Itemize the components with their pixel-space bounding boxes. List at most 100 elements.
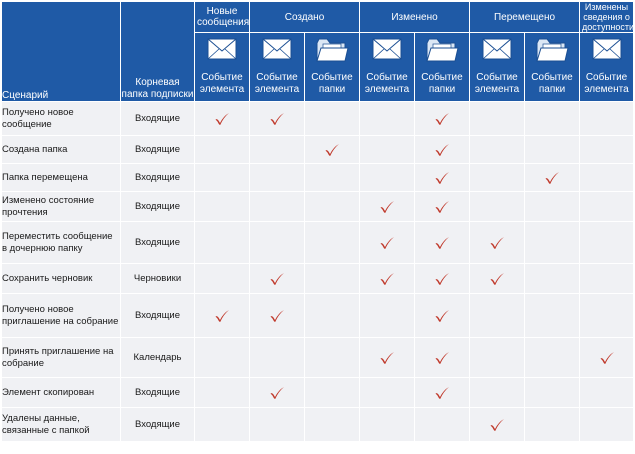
table-row: Создана папка Входящие xyxy=(1,135,635,164)
event-cell xyxy=(469,163,526,192)
table-row: Удалены данные, связанные с папкой Входящ… xyxy=(1,407,635,442)
event-cell xyxy=(359,263,415,294)
event-column-header: Событие папки xyxy=(413,32,471,102)
event-cell xyxy=(249,377,305,408)
folder-icon xyxy=(525,37,579,67)
event-column-header: Событие элемента xyxy=(359,32,415,102)
folder-icon xyxy=(415,37,469,67)
event-column-header: Событие папки xyxy=(304,32,360,102)
event-cell xyxy=(304,377,360,408)
event-cell xyxy=(249,163,305,192)
event-cell xyxy=(194,407,250,442)
event-cell xyxy=(469,191,526,222)
event-column-label: Событие элемента xyxy=(584,72,629,95)
root-folder-header: Корневая папка подписки xyxy=(120,1,195,102)
event-cell xyxy=(249,293,305,338)
event-matrix: Сценарий Корневая папка подписки Новые с… xyxy=(0,0,635,454)
event-column-label: Событие элемента xyxy=(254,72,300,95)
check-mark-icon xyxy=(270,386,284,399)
event-cell xyxy=(194,377,250,408)
scenario-cell: Переместить сообщение в дочернюю папку xyxy=(1,221,121,264)
root-folder-cell: Входящие xyxy=(120,191,195,222)
event-cell xyxy=(469,135,526,164)
event-cell xyxy=(194,163,250,192)
event-column-header: Событие элемента xyxy=(249,32,305,102)
check-mark-icon xyxy=(490,236,505,249)
check-mark-icon xyxy=(490,418,505,431)
folder-icon xyxy=(305,37,359,67)
event-cell xyxy=(194,101,250,136)
event-cell xyxy=(304,407,360,442)
check-mark-icon xyxy=(215,112,229,125)
event-cell xyxy=(579,407,635,442)
check-mark-icon xyxy=(600,351,614,364)
check-mark-icon xyxy=(380,272,394,285)
root-folder-cell: Входящие xyxy=(120,101,195,136)
group-header-modified: Изменено xyxy=(358,1,471,33)
event-column-label: Событие папки xyxy=(311,72,353,95)
table-row: Сохранить черновик Черновики xyxy=(1,263,635,294)
root-folder-cell: Входящие xyxy=(120,407,195,442)
event-cell xyxy=(413,263,471,294)
event-cell xyxy=(579,101,635,136)
check-mark-icon xyxy=(380,236,394,249)
event-cell xyxy=(194,263,250,294)
event-column-header: Событие элемента xyxy=(469,32,526,102)
event-cell xyxy=(304,101,360,136)
event-cell xyxy=(249,407,305,442)
check-mark-icon xyxy=(325,143,339,156)
event-cell xyxy=(524,163,581,192)
check-mark-icon xyxy=(435,351,449,364)
scenario-cell: Создана папка xyxy=(1,135,121,164)
check-mark-icon xyxy=(435,236,449,249)
event-cell xyxy=(413,101,471,136)
event-column-label: Событие папки xyxy=(531,72,573,95)
event-cell xyxy=(304,263,360,294)
check-mark-icon xyxy=(435,143,449,156)
check-mark-icon xyxy=(215,309,229,322)
event-cell xyxy=(304,191,360,222)
check-mark-icon xyxy=(435,112,449,125)
event-cell xyxy=(524,337,581,378)
event-cell xyxy=(413,407,471,442)
scenario-cell: Папка перемещена xyxy=(1,163,121,192)
event-cell xyxy=(249,221,305,264)
event-cell xyxy=(413,293,471,338)
event-column-label: Событие элемента xyxy=(474,72,520,95)
event-cell xyxy=(304,293,360,338)
event-cell xyxy=(524,101,581,136)
event-column-label: Событие папки xyxy=(421,72,463,95)
event-cell xyxy=(413,191,471,222)
table-row: Получено новое сообщение Входящие xyxy=(1,101,635,136)
event-column-header: Событие папки xyxy=(524,32,581,102)
event-cell xyxy=(359,191,415,222)
envelope-icon xyxy=(470,37,524,67)
table-row: Получено новое приглашение на собрание Вх… xyxy=(1,293,635,338)
event-cell xyxy=(469,337,526,378)
event-cell xyxy=(579,221,635,264)
event-cell xyxy=(413,377,471,408)
event-cell xyxy=(359,221,415,264)
scenario-cell: Изменено состояние прочтения xyxy=(1,191,121,222)
check-mark-icon xyxy=(435,386,449,399)
event-cell xyxy=(249,135,305,164)
event-column-header: Событие элемента xyxy=(579,32,635,102)
check-mark-icon xyxy=(435,171,449,184)
check-mark-icon xyxy=(545,171,560,184)
event-cell xyxy=(194,135,250,164)
event-cell xyxy=(359,293,415,338)
scenario-cell: Элемент скопирован xyxy=(1,377,121,408)
event-cell xyxy=(579,163,635,192)
event-cell xyxy=(194,293,250,338)
event-cell xyxy=(579,337,635,378)
event-cell xyxy=(413,221,471,264)
event-cell xyxy=(524,407,581,442)
table-row: Принять приглашение на собрание Календарь xyxy=(1,337,635,378)
event-cell xyxy=(469,221,526,264)
event-column-header: Событие элемента xyxy=(194,32,250,102)
event-column-label: Событие элемента xyxy=(199,72,245,95)
event-cell xyxy=(194,337,250,378)
event-cell xyxy=(359,407,415,442)
event-cell xyxy=(249,263,305,294)
check-mark-icon xyxy=(270,112,284,125)
